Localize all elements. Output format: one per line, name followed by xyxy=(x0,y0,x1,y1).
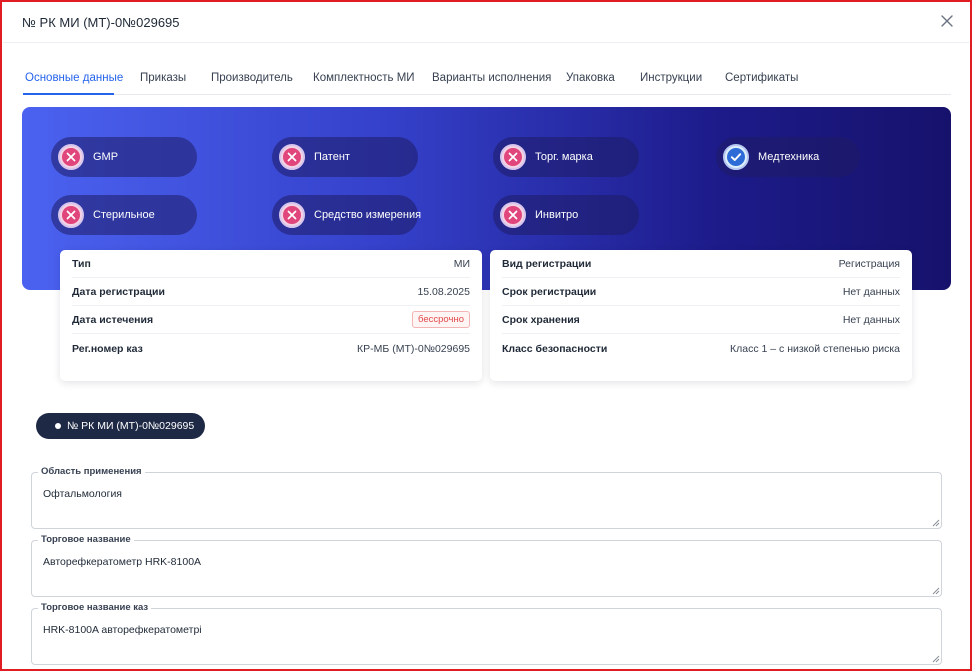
info-value: Регистрация xyxy=(838,257,900,270)
x-circle-icon xyxy=(58,144,84,170)
info-key: Срок регистрации xyxy=(502,285,597,298)
flag-measuring: Средство измерения xyxy=(272,195,422,235)
info-key: Дата регистрации xyxy=(72,285,165,298)
flag-label: Патент xyxy=(314,151,350,163)
flag-label: Инвитро xyxy=(535,209,579,221)
flag-invitro: Инвитро xyxy=(493,195,639,235)
field-value: Авторефкератометр HRK-8100A xyxy=(43,556,202,568)
registration-modal: № РК МИ (МТ)-0№029695 Основные данные Пр… xyxy=(3,3,969,669)
flag-label: GMP xyxy=(93,151,119,163)
close-icon[interactable] xyxy=(939,13,955,29)
scope-field[interactable]: Область применения Офтальмология xyxy=(31,466,942,529)
info-value: Класс 1 – с низкой степенью риска xyxy=(730,343,900,355)
resize-handle-icon[interactable] xyxy=(930,517,940,527)
trade-name-kz-field[interactable]: Торговое название каз HRK-8100A авторефк… xyxy=(31,602,942,665)
modal-title: № РК МИ (МТ)-0№029695 xyxy=(22,15,180,30)
info-value: Нет данных xyxy=(842,285,900,298)
info-row-expiry: Дата истечения бессрочно xyxy=(72,306,470,334)
field-value: HRK-8100A авторефкератометрі xyxy=(43,624,202,636)
tab-manufacturer[interactable]: Производитель xyxy=(211,72,293,84)
flag-medtech: Медтехника xyxy=(716,137,860,177)
info-card-right: Вид регистрации Регистрация Срок регистр… xyxy=(490,250,912,381)
x-circle-icon xyxy=(58,202,84,228)
modal-header: № РК МИ (МТ)-0№029695 xyxy=(3,3,969,43)
flag-label: Торг. марка xyxy=(535,151,593,163)
registration-number-label: № РК МИ (МТ)-0№029695 xyxy=(67,420,195,432)
flag-trademark: Торг. марка xyxy=(493,137,639,177)
info-row-type: Тип МИ xyxy=(72,250,470,278)
info-row-reg-date: Дата регистрации 15.08.2025 xyxy=(72,278,470,306)
tab-certificates[interactable]: Сертификаты xyxy=(725,72,798,84)
flag-gmp: GMP xyxy=(51,137,197,177)
info-key: Дата истечения xyxy=(72,313,154,326)
field-label: Торговое название каз xyxy=(38,602,152,613)
trade-name-field[interactable]: Торговое название Авторефкератометр HRK-… xyxy=(31,534,942,597)
active-tab-indicator xyxy=(23,93,114,95)
info-row-reg-term: Срок регистрации Нет данных xyxy=(502,278,900,306)
info-card-left: Тип МИ Дата регистрации 15.08.2025 Дата … xyxy=(60,250,482,381)
info-key: Срок хранения xyxy=(502,313,580,326)
info-key: Вид регистрации xyxy=(502,257,592,270)
info-value: Нет данных xyxy=(842,313,900,326)
info-key: Рег.номер каз xyxy=(72,343,143,355)
info-row-reg-kind: Вид регистрации Регистрация xyxy=(502,250,900,278)
registration-number-pill[interactable]: № РК МИ (МТ)-0№029695 xyxy=(36,413,206,439)
x-circle-icon xyxy=(279,144,305,170)
resize-handle-icon[interactable] xyxy=(930,653,940,663)
field-label: Торговое название xyxy=(38,534,134,545)
tab-packaging[interactable]: Упаковка xyxy=(566,72,615,84)
resize-handle-icon[interactable] xyxy=(930,585,940,595)
info-value: 15.08.2025 xyxy=(417,285,470,298)
check-circle-icon xyxy=(723,144,749,170)
bullet-icon xyxy=(55,423,61,429)
tab-instructions[interactable]: Инструкции xyxy=(640,72,702,84)
info-value: МИ xyxy=(453,257,470,270)
flag-label: Медтехника xyxy=(758,151,820,163)
info-key: Тип xyxy=(72,257,91,270)
expiry-badge: бессрочно xyxy=(412,311,470,328)
info-value: КР-МБ (МТ)-0№029695 xyxy=(357,343,470,355)
field-label: Область применения xyxy=(38,466,145,477)
flag-patent: Патент xyxy=(272,137,418,177)
x-circle-icon xyxy=(500,144,526,170)
flag-sterile: Стерильное xyxy=(51,195,197,235)
x-circle-icon xyxy=(279,202,305,228)
flag-label: Средство измерения xyxy=(314,209,422,221)
info-key: Класс безопасности xyxy=(502,343,608,355)
tab-variants[interactable]: Варианты исполнения xyxy=(432,72,551,84)
info-row-safety-class: Класс безопасности Класс 1 – с низкой ст… xyxy=(502,335,900,363)
tab-completeness[interactable]: Комплектность МИ xyxy=(313,72,415,84)
info-row-storage: Срок хранения Нет данных xyxy=(502,306,900,334)
tab-orders[interactable]: Приказы xyxy=(140,72,186,84)
tab-bar: Основные данные Приказы Производитель Ко… xyxy=(23,65,951,95)
tab-main-data[interactable]: Основные данные xyxy=(25,72,123,84)
field-value: Офтальмология xyxy=(43,488,122,500)
x-circle-icon xyxy=(500,202,526,228)
info-row-reg-number: Рег.номер каз КР-МБ (МТ)-0№029695 xyxy=(72,335,470,363)
flag-label: Стерильное xyxy=(93,209,155,221)
